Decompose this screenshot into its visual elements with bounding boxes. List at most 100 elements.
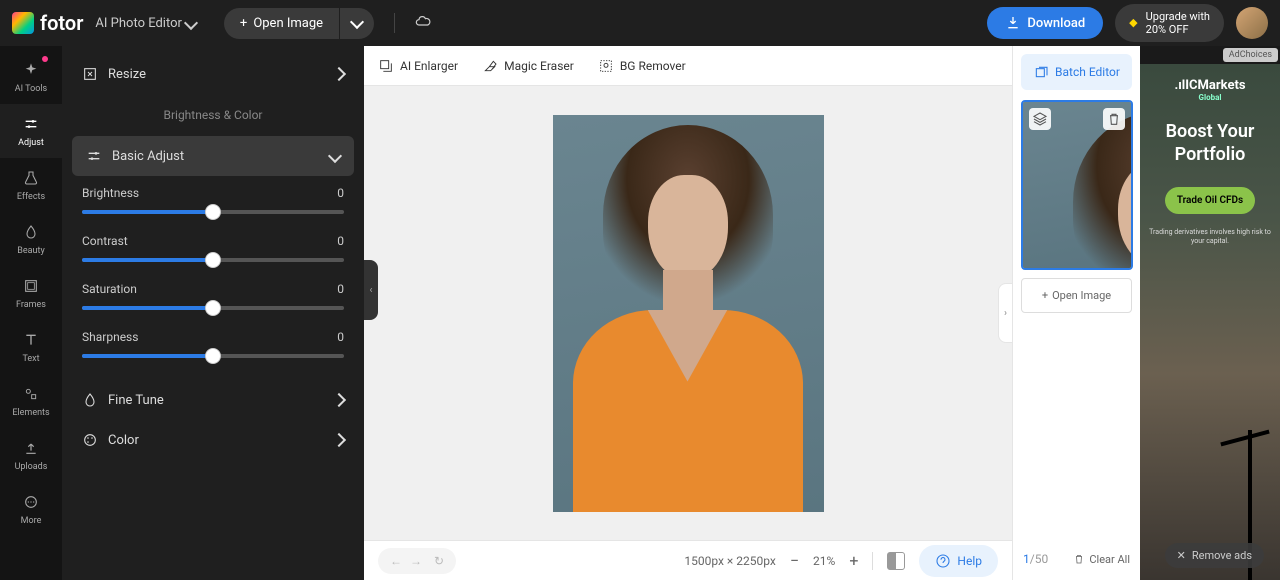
sharpness-slider-group: Sharpness0 [62,324,364,372]
brand-logo[interactable]: fotor [12,11,83,35]
color-label: Color [108,433,139,448]
canvas[interactable] [364,86,1012,540]
contrast-slider-group: Contrast0 [62,228,364,276]
right-panel: Batch Editor + Open Image 1/50 Clear All [1012,46,1140,580]
fine-tune-row[interactable]: Fine Tune [62,380,364,420]
saturation-slider[interactable] [82,306,344,310]
basic-adjust-accordion[interactable]: Basic Adjust [72,136,354,176]
tool-label: BG Remover [620,59,686,73]
help-button[interactable]: Help [919,545,998,577]
nav-text[interactable]: Text [0,320,62,374]
chevron-down-icon [328,149,342,163]
ad-column: AdChoices .ılICMarkets Global Boost Your… [1140,46,1280,580]
resize-icon [82,66,98,82]
slider-label: Brightness [82,186,139,200]
flask-icon [21,168,41,188]
slider-thumb[interactable] [205,300,221,316]
plus-icon: + [1042,289,1048,302]
status-bar: ← → ↻ 1500px × 2250px − 21% + Help [364,540,1012,580]
undo-button[interactable]: ← [390,554,402,568]
cloud-sync-icon[interactable] [415,13,431,33]
magic-eraser-tool[interactable]: Magic Eraser [482,58,574,74]
sharpness-slider[interactable] [82,354,344,358]
redo-button[interactable]: → [410,554,422,568]
open-image-button[interactable]: + Open Image [224,8,339,39]
help-icon [935,553,951,569]
nav-elements[interactable]: Elements [0,374,62,428]
fotor-logo-icon [12,12,34,34]
history-button[interactable]: ↻ [434,554,444,568]
left-nav: AI Tools Adjust Effects Beauty Frames Te… [0,46,62,580]
image-thumbnail[interactable] [1021,100,1133,270]
nav-beauty[interactable]: Beauty [0,212,62,266]
open-image-tile[interactable]: + Open Image [1021,278,1132,313]
chevron-down-icon [350,14,364,28]
diamond-icon: ◆ [1129,16,1137,29]
slider-value: 0 [337,282,344,296]
slider-label: Contrast [82,234,128,248]
color-row[interactable]: Color [62,420,364,460]
delete-thumbnail-button[interactable] [1103,108,1125,130]
adjust-panel: Resize Brightness & Color Basic Adjust B… [62,46,364,580]
nav-label: Uploads [15,462,48,472]
user-avatar[interactable] [1236,7,1268,39]
slider-label: Saturation [82,282,137,296]
nav-uploads[interactable]: Uploads [0,428,62,482]
ai-enlarger-tool[interactable]: AI Enlarger [378,58,458,74]
slider-thumb[interactable] [205,252,221,268]
clear-all-button[interactable]: Clear All [1073,553,1130,566]
nav-label: Effects [17,192,45,202]
download-icon [1005,15,1021,31]
slider-thumb[interactable] [205,348,221,364]
nav-effects[interactable]: Effects [0,158,62,212]
resize-row[interactable]: Resize [62,54,364,94]
nav-label: Beauty [17,246,44,256]
nav-more[interactable]: More [0,482,62,536]
divider [394,13,395,33]
ad-cta-button[interactable]: Trade Oil CFDs [1165,187,1255,214]
ad-brand: .ılICMarkets Global [1174,78,1245,102]
nav-label: Text [22,354,39,364]
nav-ai-tools[interactable]: AI Tools [0,50,62,104]
ad-banner[interactable]: .ılICMarkets Global Boost Your Portfolio… [1140,64,1280,580]
panel-collapse-handle[interactable]: ‹ [364,260,378,320]
tool-label: AI Enlarger [400,59,458,73]
fine-tune-label: Fine Tune [108,393,164,408]
nav-label: Elements [12,408,49,418]
notification-dot [42,56,48,62]
image-dimensions: 1500px × 2250px [684,554,776,568]
remove-ads-button[interactable]: ✕ Remove ads [1165,543,1264,568]
upgrade-button[interactable]: ◆ Upgrade with 20% OFF [1115,4,1224,42]
brand-name: fotor [40,11,83,35]
contrast-slider[interactable] [82,258,344,262]
layers-icon[interactable] [1029,108,1051,130]
open-image-dropdown[interactable] [340,8,374,39]
adchoices-badge[interactable]: AdChoices [1223,48,1278,62]
ad-disclaimer: Trading derivatives involves high risk t… [1148,228,1272,246]
editor-mode-dropdown[interactable]: AI Photo Editor [95,16,196,31]
brightness-slider-group: Brightness0 [62,180,364,228]
count-total: /50 [1030,552,1048,566]
slider-thumb[interactable] [205,204,221,220]
frame-icon [21,276,41,296]
brightness-slider[interactable] [82,210,344,214]
remove-ads-label: Remove ads [1192,549,1252,562]
zoom-out-button[interactable]: − [790,551,799,570]
zoom-in-button[interactable]: + [849,551,858,570]
plus-icon: + [240,16,247,31]
compare-icon[interactable] [887,552,905,570]
right-panel-expand-handle[interactable]: › [998,283,1012,343]
chevron-right-icon [332,393,346,407]
batch-editor-button[interactable]: Batch Editor [1021,54,1132,90]
chevron-right-icon [332,433,346,447]
download-label: Download [1027,16,1085,31]
tool-label: Magic Eraser [504,59,574,73]
upload-icon [21,438,41,458]
download-button[interactable]: Download [987,7,1103,39]
more-icon [21,492,41,512]
nav-frames[interactable]: Frames [0,266,62,320]
slider-label: Sharpness [82,330,138,344]
nav-adjust[interactable]: Adjust [0,104,62,158]
edited-photo[interactable] [553,115,824,512]
bg-remover-tool[interactable]: BG Remover [598,58,686,74]
